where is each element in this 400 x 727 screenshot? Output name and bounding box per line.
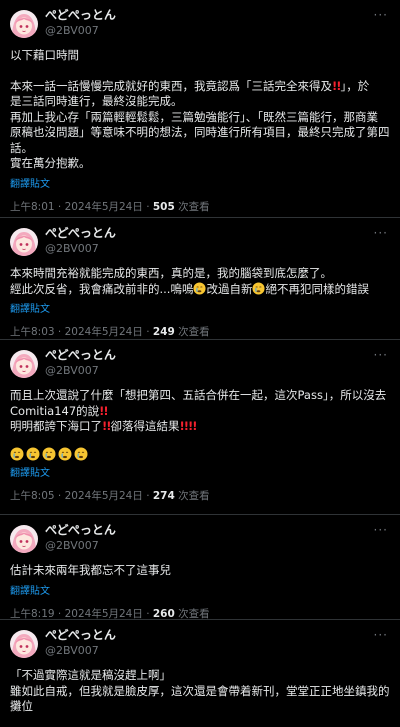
tweet-line: 再加上我心存「兩篇輕輕鬆鬆，三篇勉強能行」、「既然三篇能行，那商業	[10, 109, 378, 124]
tweet[interactable]: ぺどぺっとん @2BV007 ··· 本來時間充裕就能完成的東西，真的是，我的腦…	[0, 218, 400, 340]
tweet-line: 話。	[10, 140, 33, 155]
display-name[interactable]: ぺどぺっとん	[45, 348, 116, 363]
display-name[interactable]: ぺどぺっとん	[45, 628, 116, 643]
tweet-line: 明明都誇下海口了!!卻落得這結果!!!!	[10, 419, 390, 435]
tweet-line-part: 明明都誇下海口了	[10, 419, 102, 433]
tweet-line: 「不過實際這就是稿沒趕上啊」	[10, 668, 171, 682]
tweet-line: 估計未來兩年我都忘不了這事兒	[10, 563, 171, 577]
user-handle[interactable]: @2BV007	[45, 23, 116, 38]
double-exclamation-icon: !!	[332, 78, 341, 93]
timestamp[interactable]: 上午8:03 · 2024年5月24日 ·	[10, 326, 153, 338]
more-options-icon[interactable]: ···	[374, 523, 388, 537]
crying-face-emoji-icon	[74, 447, 88, 461]
crying-face-emoji-icon	[252, 282, 265, 295]
tweet-text: 以下藉口時間 本來一話一話慢慢完成就好的東西，我竟認爲「三話完全來得及!!」，於…	[10, 48, 390, 172]
views-label: 次查看	[178, 489, 210, 502]
crying-face-emoji-icon	[58, 447, 72, 461]
tweet-meta: 上午8:01 · 2024年5月24日 · 505 次查看	[10, 199, 390, 214]
more-options-icon[interactable]: ···	[374, 628, 388, 642]
tweet-line: 以下藉口時間	[10, 48, 79, 62]
tweet-line: 雖如此自戒，但我就是臉皮厚，這次還是會帶着新刊，堂堂正正地坐鎮我的	[10, 683, 390, 698]
avatar[interactable]	[10, 350, 38, 378]
user-handle[interactable]: @2BV007	[45, 241, 116, 256]
tweet-line-part: 經此次反省，我會痛改前非的...嗚嗚	[10, 281, 194, 296]
translate-link[interactable]: 翻譯貼文	[10, 300, 390, 315]
views-label: 次查看	[178, 200, 210, 213]
tweet-line: 本來一話一話慢慢完成就好的東西，我竟認爲「三話完全來得及!!」，於	[10, 79, 390, 95]
tweet[interactable]: ぺどぺっとん @2BV007 ··· 估計未來兩年我都忘不了這事兒 翻譯貼文 上…	[0, 515, 400, 620]
view-count: 249	[152, 326, 175, 338]
tweet-text: 而且上次還說了什麼「想把第四、五話合併在一起，這次Pass」，所以沒去 Comi…	[10, 388, 390, 461]
display-name[interactable]: ぺどぺっとん	[45, 523, 116, 538]
tweet-line: Comitia147的說!!	[10, 404, 390, 420]
tweet-line-part: 改過自新	[206, 281, 253, 296]
tweet-line: 經此次反省，我會痛改前非的...嗚嗚 改過自新 絕不再犯同樣的錯誤	[10, 281, 390, 298]
views-label: 次查看	[178, 326, 210, 338]
double-exclamation-icon: !!	[188, 419, 197, 433]
display-name[interactable]: ぺどぺっとん	[45, 8, 116, 23]
tweet-line: 是三話同時進行，最終沒能完成。	[10, 94, 183, 108]
tweet-meta: 上午8:05 · 2024年5月24日 · 274 次查看	[10, 488, 390, 503]
translate-link[interactable]: 翻譯貼文	[10, 582, 390, 597]
display-name[interactable]: ぺどぺっとん	[45, 226, 116, 241]
crying-face-emoji-icon	[42, 447, 56, 461]
more-options-icon[interactable]: ···	[374, 8, 388, 22]
timestamp[interactable]: 上午8:19 · 2024年5月24日 ·	[10, 608, 153, 620]
translate-link[interactable]: 翻譯貼文	[10, 175, 390, 190]
timestamp[interactable]: 上午8:05 · 2024年5月24日 ·	[10, 490, 153, 502]
tweet-line-part: 」，於	[340, 78, 370, 93]
user-handle[interactable]: @2BV007	[45, 538, 116, 553]
tweet-text: 本來時間充裕就能完成的東西，真的是，我的腦袋到底怎麼了。 經此次反省，我會痛改前…	[10, 266, 390, 297]
tweet[interactable]: ぺどぺっとん @2BV007 ··· 以下藉口時間 本來一話一話慢慢完成就好的東…	[0, 0, 400, 218]
crying-face-emoji-icon	[193, 282, 206, 295]
tweet-thread: ぺどぺっとん @2BV007 ··· 以下藉口時間 本來一話一話慢慢完成就好的東…	[0, 0, 400, 727]
translate-link[interactable]: 翻譯貼文	[10, 464, 390, 479]
tweet-line-part: Comitia147的說	[10, 403, 100, 418]
timestamp[interactable]: 上午8:01 · 2024年5月24日 ·	[10, 201, 153, 213]
tweet-meta: 上午8:19 · 2024年5月24日 · 260 次查看	[10, 606, 390, 621]
tweet-line: 實在萬分抱歉。	[10, 156, 91, 170]
user-handle[interactable]: @2BV007	[45, 363, 116, 378]
view-count: 274	[152, 489, 175, 502]
tweet-line: 攤位	[10, 699, 33, 713]
avatar[interactable]	[10, 10, 38, 38]
crying-face-emoji-icon	[26, 447, 40, 461]
view-count: 260	[152, 607, 175, 620]
view-count: 505	[152, 200, 175, 213]
double-exclamation-icon: !!	[102, 419, 111, 433]
double-exclamation-icon: !!	[179, 419, 189, 433]
tweet-line-part: 本來一話一話慢慢完成就好的東西，我竟認爲「三話完全來得及	[10, 78, 332, 93]
avatar[interactable]	[10, 228, 38, 256]
tweet-text: 估計未來兩年我都忘不了這事兒	[10, 563, 390, 579]
tweet-meta: 上午8:03 · 2024年5月24日 · 249 次查看	[10, 324, 390, 339]
tweet-line: 原稿也沒問題」等意味不明的想法，同時進行所有項目，最終只完成了第四	[10, 125, 390, 139]
more-options-icon[interactable]: ···	[374, 226, 388, 240]
views-label: 次查看	[178, 607, 210, 620]
emoji-row	[10, 447, 390, 461]
tweet[interactable]: ぺどぺっとん @2BV007 ··· 而且上次還說了什麼「想把第四、五話合併在一…	[0, 340, 400, 515]
tweet-text: 「不過實際這就是稿沒趕上啊」 雖如此自戒，但我就是臉皮厚，這次還是會帶着新刊，堂…	[10, 668, 390, 715]
more-options-icon[interactable]: ···	[374, 348, 388, 362]
tweet-line-part: 卻落得這結果	[110, 419, 180, 433]
avatar[interactable]	[10, 525, 38, 553]
tweet-line: 本來時間充裕就能完成的東西，真的是，我的腦袋到底怎麼了。	[10, 266, 332, 280]
crying-face-emoji-icon	[10, 447, 24, 461]
tweet-line: 而且上次還說了什麼「想把第四、五話合併在一起，這次Pass」，所以沒去	[10, 388, 387, 402]
tweet-line-part: 絕不再犯同樣的錯誤	[265, 281, 369, 296]
double-exclamation-icon: !!	[99, 403, 108, 418]
user-handle[interactable]: @2BV007	[45, 643, 116, 658]
avatar[interactable]	[10, 630, 38, 658]
tweet[interactable]: ぺどぺっとん @2BV007 ··· 「不過實際這就是稿沒趕上啊」 雖如此自戒，…	[0, 620, 400, 727]
